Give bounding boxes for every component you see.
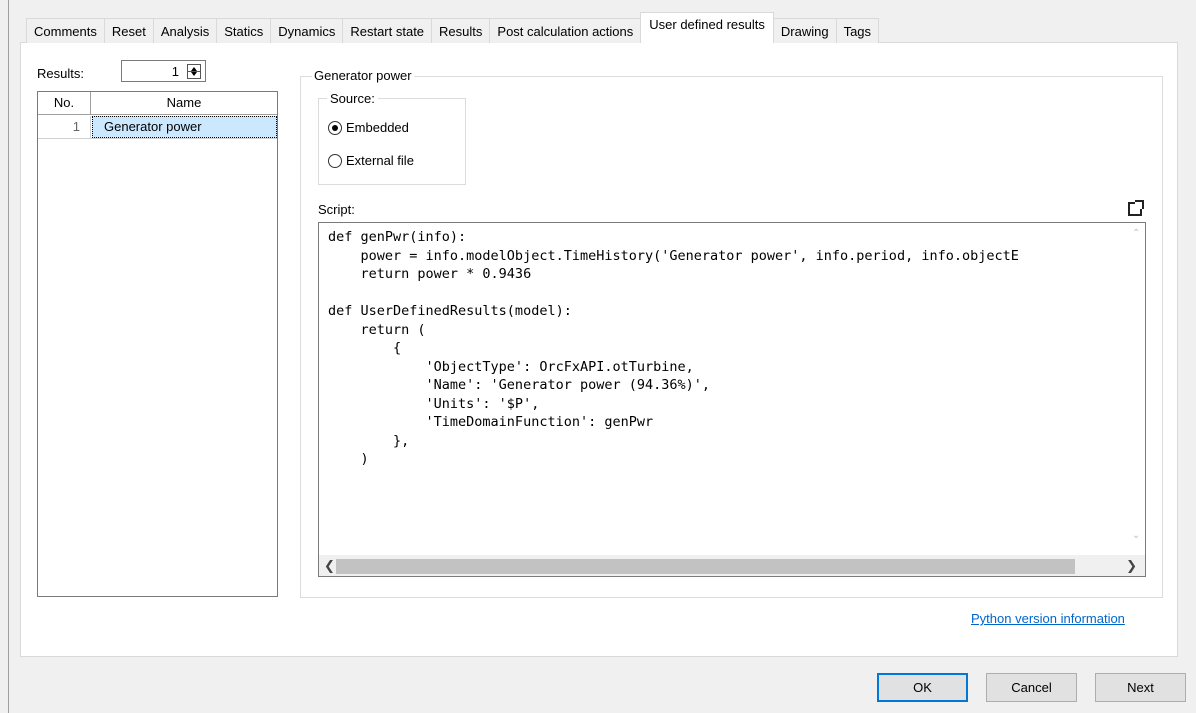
script-label: Script: xyxy=(318,202,355,217)
row-name-cell[interactable]: Generator power xyxy=(92,116,277,138)
scroll-right-icon[interactable]: ❯ xyxy=(1126,558,1137,574)
next-button[interactable]: Next xyxy=(1095,673,1186,702)
radio-unchecked-icon[interactable] xyxy=(328,153,342,168)
popout-editor-icon[interactable] xyxy=(1128,200,1144,216)
script-text[interactable]: def genPwr(info): power = info.modelObje… xyxy=(328,228,1118,548)
grid-header: No. Name xyxy=(38,92,277,115)
tab-tags[interactable]: Tags xyxy=(835,18,880,43)
spinner-buttons[interactable] xyxy=(187,64,201,79)
source-label: Source: xyxy=(327,91,378,106)
external-file-label: External file xyxy=(346,153,414,168)
window-edge xyxy=(8,0,9,713)
table-row[interactable]: 1 Generator power xyxy=(38,116,277,139)
tab-dynamics[interactable]: Dynamics xyxy=(270,18,344,43)
radio-checked-icon[interactable] xyxy=(328,120,342,135)
tab-drawing[interactable]: Drawing xyxy=(772,18,837,43)
results-grid[interactable]: No. Name 1 Generator power xyxy=(37,91,278,597)
python-version-link[interactable]: Python version information xyxy=(971,611,1125,626)
results-count-value: 1 xyxy=(171,64,179,79)
source-external-file-option[interactable]: External file xyxy=(328,153,414,168)
ok-button[interactable]: OK xyxy=(877,673,968,702)
tab-statics[interactable]: Statics xyxy=(216,18,272,43)
tab-results[interactable]: Results xyxy=(431,18,491,43)
results-label: Results: xyxy=(37,66,84,81)
scroll-down-icon[interactable]: ⌄ xyxy=(1132,530,1141,541)
embedded-label: Embedded xyxy=(346,120,409,135)
scroll-up-icon[interactable]: ⌃ xyxy=(1132,228,1141,239)
scroll-left-icon[interactable]: ❮ xyxy=(324,558,335,574)
row-number: 1 xyxy=(38,116,91,138)
results-count-spinner[interactable]: 1 xyxy=(121,60,206,82)
vertical-scrollbar[interactable]: ⌃ ⌄ xyxy=(1128,223,1145,555)
tab-comments[interactable]: Comments xyxy=(26,18,105,43)
tab-analysis[interactable]: Analysis xyxy=(152,18,218,43)
horizontal-scroll-thumb[interactable] xyxy=(336,559,1075,574)
cancel-button[interactable]: Cancel xyxy=(986,673,1077,702)
tab-reset[interactable]: Reset xyxy=(103,18,154,43)
tab-user-defined-results[interactable]: User defined results xyxy=(640,12,774,43)
spin-down-icon[interactable] xyxy=(191,72,197,76)
column-header-no[interactable]: No. xyxy=(38,92,91,115)
group-title: Generator power xyxy=(312,68,414,83)
horizontal-scrollbar[interactable]: ❮ ❯ xyxy=(319,555,1145,576)
script-editor[interactable]: def genPwr(info): power = info.modelObje… xyxy=(318,222,1146,577)
tab-bar: Comments Reset Analysis Statics Dynamics… xyxy=(26,12,880,43)
tab-restart-state[interactable]: Restart state xyxy=(342,18,433,43)
source-embedded-option[interactable]: Embedded xyxy=(328,120,409,135)
source-group xyxy=(318,98,466,185)
tab-post-calculation-actions[interactable]: Post calculation actions xyxy=(489,18,642,43)
column-header-name[interactable]: Name xyxy=(91,92,277,115)
